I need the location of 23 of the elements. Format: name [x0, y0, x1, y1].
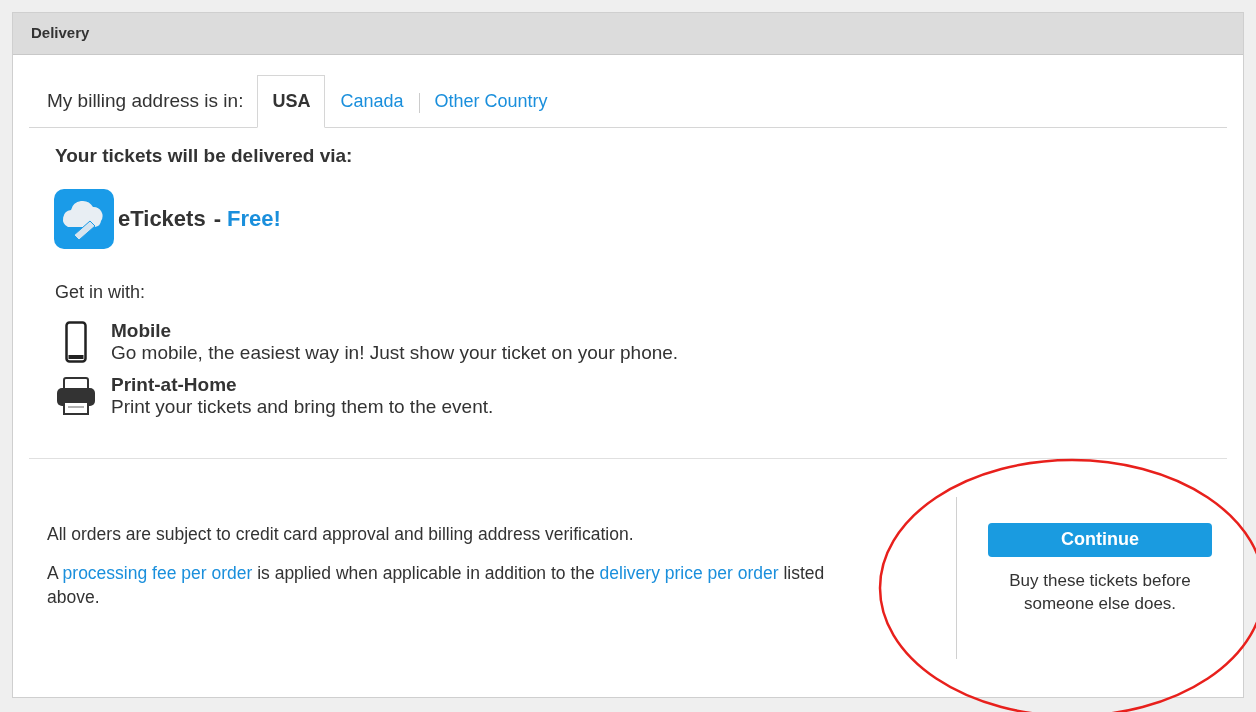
dash-separator: -	[213, 205, 221, 233]
get-in-label: Get in with:	[55, 280, 147, 304]
option-title: Mobile	[111, 319, 173, 342]
country-tab[interactable]: Other Country	[419, 87, 563, 128]
cloud-ticket-icon	[54, 188, 114, 249]
delivery-method: eTickets	[118, 205, 206, 233]
phone-icon	[65, 320, 87, 363]
printer-icon	[56, 375, 96, 416]
country-tab[interactable]: Canada	[325, 87, 419, 128]
panel-title: Delivery	[31, 23, 90, 44]
option-description: Print your tickets and bring them to the event.	[111, 395, 494, 418]
delivery-heading: Your tickets will be delivered via:	[55, 144, 354, 168]
fee-note: A processing fee per order is applied when applicable in addition to the delivery price per order listed above.	[47, 561, 826, 609]
billing-label: My billing address is in:	[47, 88, 245, 113]
continue-button[interactable]: Continue	[988, 522, 1212, 557]
continue-hint: Buy these tickets before someone else does.	[1008, 569, 1192, 615]
option-title: Print-at-Home	[111, 373, 238, 396]
fee-link[interactable]: delivery price per order	[599, 562, 779, 583]
option-description: Go mobile, the easiest way in! Just show your ticket on your phone.	[111, 341, 679, 364]
country-tab[interactable]: USA	[257, 75, 326, 128]
delivery-price: Free!	[227, 205, 281, 233]
orders-notice: All orders are subject to credit card approval and billing address verification.	[47, 522, 635, 546]
fee-link[interactable]: processing fee per order	[62, 562, 253, 583]
